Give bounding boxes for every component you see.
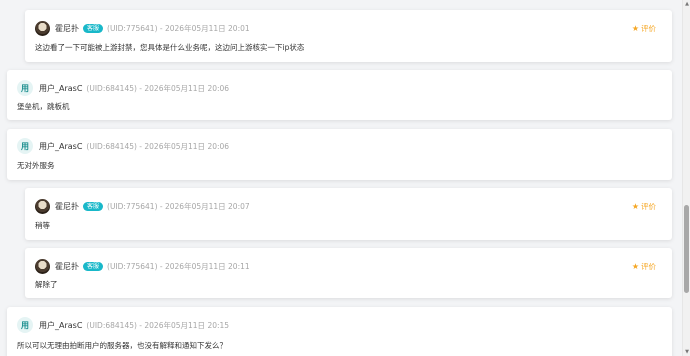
avatar: 用	[17, 317, 33, 333]
comment-meta: (UID:684145) - 2026年05月11日 20:06	[86, 141, 230, 151]
comment-header: 用 用户_ArasC (UID:684145) - 2026年05月11日 20…	[17, 317, 229, 333]
star-icon: ★	[631, 202, 639, 211]
comment-content: 解除了	[35, 280, 58, 289]
staff-badge: 客服	[83, 23, 104, 33]
avatar: 用	[17, 138, 33, 154]
vertical-scrollbar[interactable]: ▲ ▼	[682, 0, 690, 356]
comment-header: 用 用户_ArasC (UID:684145) - 2026年05月11日 20…	[17, 80, 229, 96]
avatar	[35, 20, 50, 36]
username: 霍尼扑	[55, 261, 79, 271]
scrollbar-thumb[interactable]	[684, 205, 689, 293]
avatar	[35, 258, 50, 274]
rate-label: 评价	[641, 262, 656, 271]
comment-content: 无对外服务	[17, 161, 55, 170]
comment-meta: (UID:775641) - 2026年05月11日 20:01	[107, 23, 250, 33]
comment-content: 稍等	[35, 221, 50, 230]
rate-button[interactable]: ★ 评价	[632, 201, 656, 212]
staff-badge: 客服	[83, 201, 104, 211]
comment-meta: (UID:684145) - 2026年05月11日 20:15	[86, 320, 230, 330]
comment-header: 用 用户_ArasC (UID:684145) - 2026年05月11日 20…	[17, 138, 229, 154]
comment-card-user: 用 用户_ArasC (UID:684145) - 2026年05月11日 20…	[7, 129, 672, 180]
avatar	[35, 198, 50, 214]
rate-button[interactable]: ★ 评价	[632, 23, 656, 34]
comment-card-user: 用 用户_ArasC (UID:684145) - 2026年05月11日 20…	[7, 307, 672, 356]
rate-button[interactable]: ★ 评价	[632, 261, 656, 272]
comment-header: 霍尼扑 客服 (UID:775641) - 2026年05月11日 20:11	[35, 258, 250, 274]
staff-badge: 客服	[83, 261, 104, 271]
chevron-down-icon[interactable]: ▼	[683, 348, 690, 356]
comment-card-staff: 霍尼扑 客服 (UID:775641) - 2026年05月11日 20:11 …	[25, 248, 672, 298]
comment-card-staff: 霍尼扑 客服 (UID:775641) - 2026年05月11日 20:07 …	[25, 188, 672, 240]
comment-card-staff: 霍尼扑 客服 (UID:775641) - 2026年05月11日 20:01 …	[25, 10, 672, 62]
rate-label: 评价	[641, 24, 656, 33]
username: 用户_ArasC	[39, 141, 83, 151]
username: 用户_ArasC	[39, 83, 83, 93]
star-icon: ★	[631, 24, 639, 33]
star-icon: ★	[631, 262, 639, 271]
username: 霍尼扑	[55, 23, 79, 33]
rate-label: 评价	[641, 202, 656, 211]
comment-card-user: 用 用户_ArasC (UID:684145) - 2026年05月11日 20…	[7, 70, 672, 120]
chevron-up-icon[interactable]: ▲	[683, 0, 690, 8]
comment-meta: (UID:684145) - 2026年05月11日 20:06	[86, 83, 230, 93]
avatar: 用	[17, 80, 33, 96]
comment-content: 所以可以无理由拍断用户的服务器，也没有解释和通知下发么？	[17, 341, 227, 350]
comment-header: 霍尼扑 客服 (UID:775641) - 2026年05月11日 20:01	[35, 20, 250, 36]
comment-header: 霍尼扑 客服 (UID:775641) - 2026年05月11日 20:07	[35, 198, 250, 214]
comment-content: 这边看了一下可能被上游封禁，您具体是什么业务呢，这边问上游核实一下ip状态	[35, 43, 305, 52]
username: 霍尼扑	[55, 201, 79, 211]
username: 用户_ArasC	[39, 320, 83, 330]
comment-content: 堡垒机，跳板机	[17, 102, 70, 111]
comment-meta: (UID:775641) - 2026年05月11日 20:11	[107, 261, 250, 271]
comment-meta: (UID:775641) - 2026年05月11日 20:07	[107, 201, 250, 211]
